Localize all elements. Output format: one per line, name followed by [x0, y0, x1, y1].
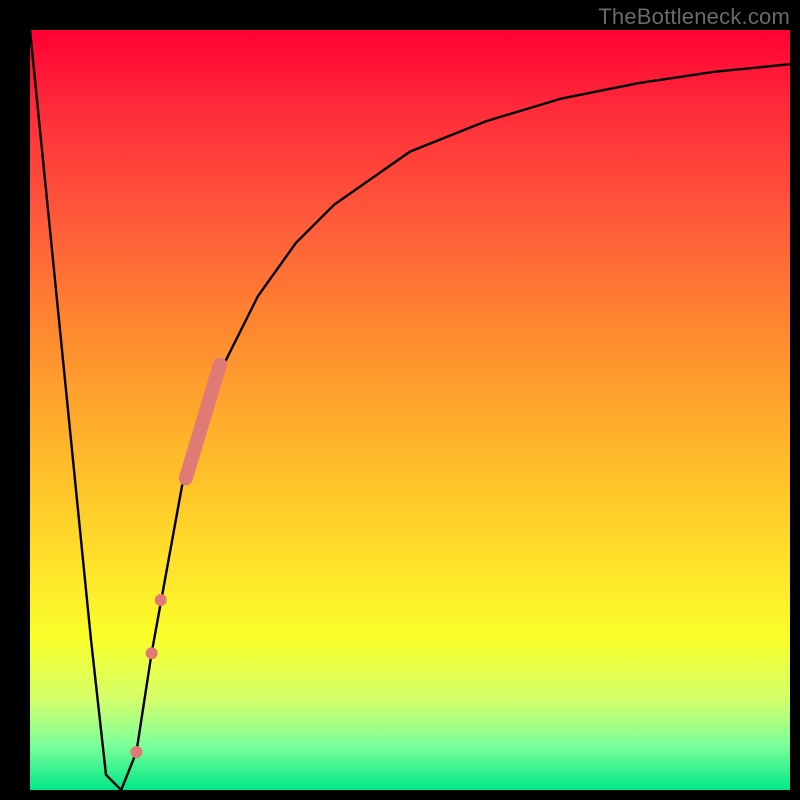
plot-area	[30, 30, 790, 790]
chart-svg	[30, 30, 790, 790]
highlight-dot	[130, 746, 142, 758]
bottleneck-curve	[30, 30, 790, 790]
highlight-dot	[146, 647, 158, 659]
highlight-dot	[155, 594, 167, 606]
highlight-bar	[186, 364, 220, 478]
watermark-text: TheBottleneck.com	[598, 4, 790, 30]
chart-frame: TheBottleneck.com	[0, 0, 800, 800]
